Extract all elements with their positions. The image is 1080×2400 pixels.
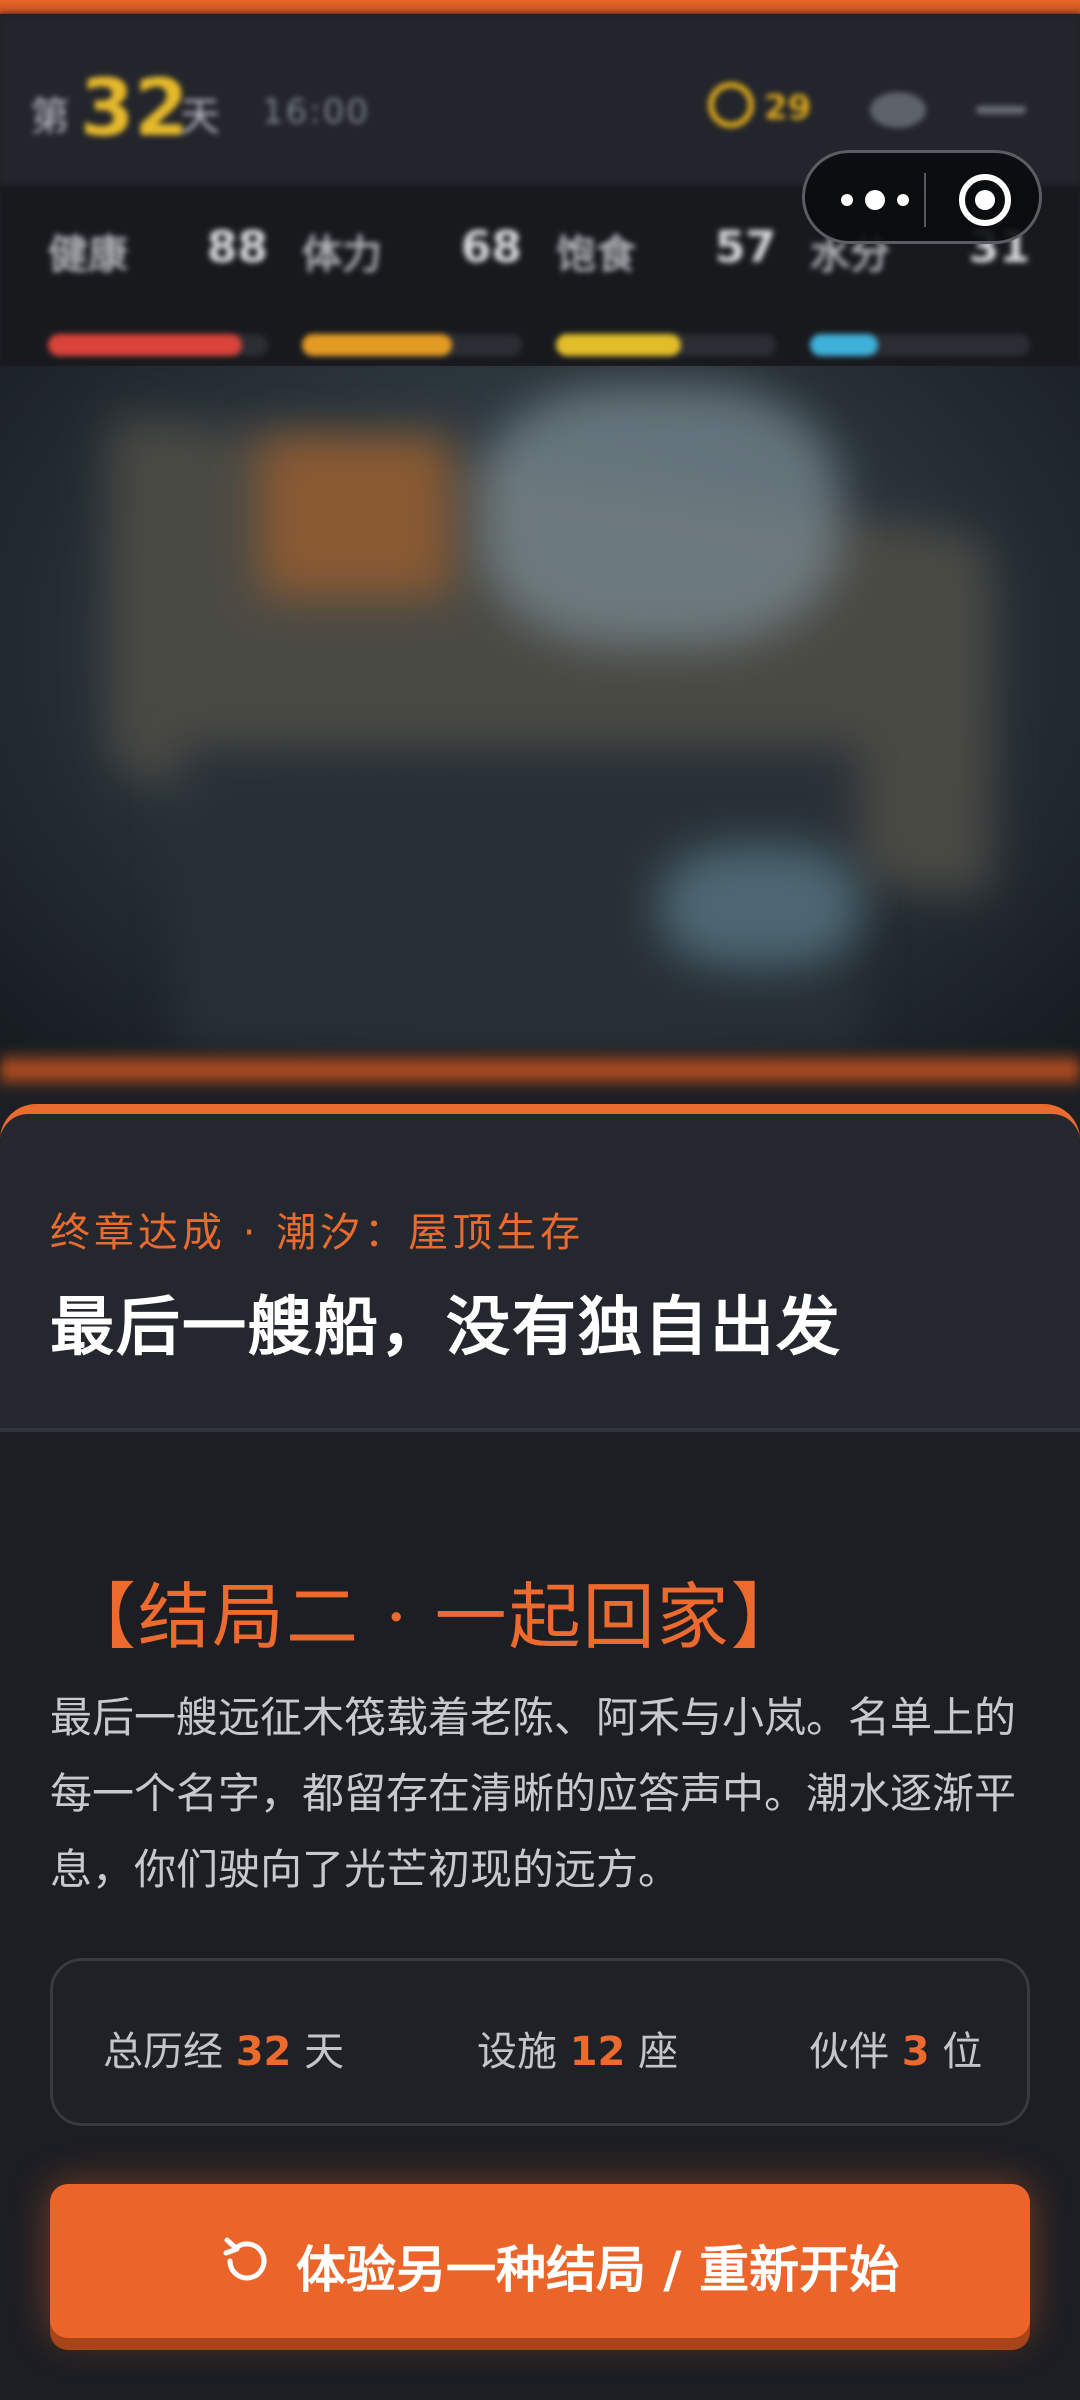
day-counter: 32 bbox=[80, 64, 189, 154]
run-summary: 总历经 32 天 设施 12 座 伙伴 3 位 bbox=[50, 1958, 1030, 2126]
stat-track bbox=[302, 334, 522, 356]
stat-value: 68 bbox=[460, 222, 522, 273]
stat-fill bbox=[810, 334, 879, 356]
crate-shape bbox=[260, 436, 450, 596]
coin-icon bbox=[708, 82, 754, 128]
chapter-label: 终章达成 · 潮汐：屋顶生存 bbox=[50, 1210, 585, 1256]
menu-icon[interactable] bbox=[976, 106, 1026, 114]
survivors-shape bbox=[480, 386, 840, 646]
raft-shape bbox=[660, 846, 860, 966]
ending-headline: 最后一艘船，没有独自出发 bbox=[50, 1291, 842, 1365]
summary-days-unit: 天 bbox=[304, 2029, 345, 2075]
stat-track bbox=[48, 334, 268, 356]
restart-button[interactable]: 体验另一种结局 / 重新开始 bbox=[50, 2184, 1030, 2338]
summary-days-value: 32 bbox=[235, 2029, 292, 2075]
stat-value: 57 bbox=[714, 222, 776, 273]
game-time: 16:00 bbox=[262, 92, 370, 132]
top-accent-bar bbox=[0, 0, 1080, 14]
stat-fill bbox=[302, 334, 452, 356]
summary-days: 总历经 32 天 bbox=[103, 2019, 344, 2077]
restart-icon bbox=[223, 2237, 267, 2281]
ending-card: 终章达成 · 潮汐：屋顶生存 最后一艘船，没有独自出发 【结局二 · 一起回家】… bbox=[0, 1104, 1080, 2400]
coin-count: 29 bbox=[764, 88, 812, 128]
stat-track bbox=[556, 334, 776, 356]
day-prefix: 第 bbox=[30, 94, 70, 140]
stat-label: 体力 bbox=[302, 232, 382, 278]
stat-track bbox=[810, 334, 1030, 356]
target-icon[interactable] bbox=[957, 172, 1013, 228]
summary-facilities-label: 设施 bbox=[477, 2029, 557, 2075]
mini-program-capsule bbox=[802, 150, 1042, 244]
stat-fill bbox=[48, 334, 242, 356]
summary-facilities-unit: 座 bbox=[638, 2029, 679, 2075]
stat-label: 饱食 bbox=[556, 232, 636, 278]
summary-partners: 伙伴 3 位 bbox=[809, 2019, 982, 2077]
summary-facilities: 设施 12 座 bbox=[477, 2019, 678, 2077]
summary-facilities-value: 12 bbox=[569, 2029, 626, 2075]
stat-value: 88 bbox=[206, 222, 268, 273]
summary-partners-unit: 位 bbox=[942, 2029, 983, 2075]
stat-label: 健康 bbox=[48, 232, 128, 278]
summary-partners-label: 伙伴 bbox=[809, 2029, 889, 2075]
day-suffix: 天 bbox=[180, 94, 220, 140]
ending-title: 【结局二 · 一起回家】 bbox=[64, 1575, 805, 1659]
stat-fill bbox=[556, 334, 682, 356]
restart-button-label: 体验另一种结局 / 重新开始 bbox=[296, 2241, 900, 2299]
ending-description: 最后一艘远征木筏载着老陈、阿禾与小岚。名单上的每一个名字，都留存在清晰的应答声中… bbox=[50, 1693, 1017, 1894]
summary-days-label: 总历经 bbox=[103, 2029, 223, 2075]
game-scene-background bbox=[0, 366, 1080, 1066]
more-icon[interactable] bbox=[835, 183, 915, 217]
capsule-divider bbox=[924, 173, 926, 227]
scene-edge-glow bbox=[0, 1050, 1080, 1090]
eye-icon[interactable] bbox=[870, 92, 926, 128]
card-header: 终章达成 · 潮汐：屋顶生存 最后一艘船，没有独自出发 bbox=[0, 1114, 1080, 1432]
summary-partners-value: 3 bbox=[901, 2029, 930, 2075]
